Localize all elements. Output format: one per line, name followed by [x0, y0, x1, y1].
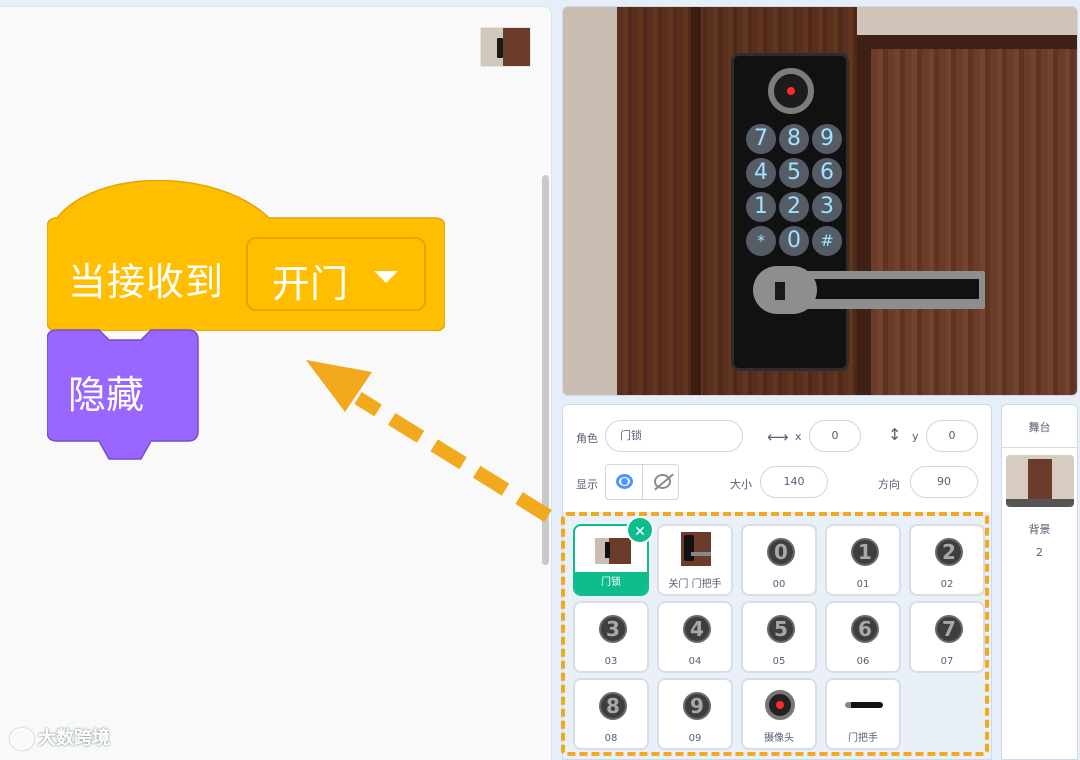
sprite-list: 门锁 关门 门把手 0 00 1 01 2 02 3 03 4 04 5 05 6 06 7 07 8 08 9 09 摄像… [562, 512, 992, 760]
hat-block-label: 当接收到 [68, 260, 225, 304]
keypad-key: 4 [746, 158, 776, 188]
digit-icon: 2 [935, 538, 963, 566]
camera-icon [768, 68, 814, 114]
sprite-tile[interactable]: 关门 门把手 [657, 524, 733, 596]
digit-icon: 0 [767, 538, 795, 566]
door-handle-icon [845, 702, 883, 708]
sprite-tile[interactable]: 7 07 [909, 601, 985, 673]
smart-lock-sprite[interactable]: 7 8 9 4 5 6 1 2 3 * 0 # [731, 53, 849, 371]
show-label: 显示 [576, 478, 598, 491]
sprite-tile[interactable]: 9 09 [657, 678, 733, 750]
sprite-tile-label: 09 [688, 733, 702, 744]
sprite-tile-label: 01 [856, 579, 870, 590]
code-area-scrollbar[interactable] [542, 175, 549, 565]
door-lock-icon [595, 538, 631, 564]
sprite-tile[interactable]: 2 02 [909, 524, 985, 596]
digit-icon: 3 [599, 615, 627, 643]
digit-icon: 6 [851, 615, 879, 643]
sprite-tile-label: 06 [856, 656, 870, 667]
stage-selector[interactable]: 舞台 背景 2 [1001, 404, 1078, 760]
digit-icon: 7 [935, 615, 963, 643]
eye-icon [616, 474, 633, 489]
sprite-tile-label: 摄像头 [764, 733, 794, 744]
sprite-tile[interactable]: 3 03 [573, 601, 649, 673]
sprite-tile-label: 关门 门把手 [668, 579, 722, 590]
x-label: x [795, 430, 802, 443]
sprite-tile-label: 02 [940, 579, 954, 590]
watermark-text: 大数跨境 [38, 728, 110, 749]
trash-icon[interactable]: ✕ [626, 516, 654, 544]
sprite-tile-label: 08 [604, 733, 618, 744]
keypad-key: 0 [779, 226, 809, 256]
digit-icon: 4 [683, 615, 711, 643]
sprite-tile-label: 04 [688, 656, 702, 667]
watermark-logo-icon [10, 728, 34, 750]
visibility-toggle [605, 464, 679, 500]
backdrop-label: 背景 [1028, 523, 1051, 536]
size-label: 大小 [730, 478, 752, 491]
keypad-key: 5 [779, 158, 809, 188]
eye-off-icon[interactable] [654, 474, 671, 489]
sprite-preview-thumbnail [480, 27, 531, 67]
sprite-tile[interactable]: 4 04 [657, 601, 733, 673]
direction-label: 方向 [878, 478, 900, 491]
sprite-tile[interactable]: 门把手 [825, 678, 901, 750]
stage-title: 舞台 [1028, 421, 1051, 434]
chevron-down-icon [374, 271, 398, 283]
stage-canvas[interactable]: 7 8 9 4 5 6 1 2 3 * 0 # [562, 6, 1078, 396]
sprite-tile-label: 门锁 [575, 572, 647, 594]
keypad-key: 8 [779, 124, 809, 154]
message-dropdown[interactable]: 开门 [246, 237, 426, 311]
keypad-key: 2 [779, 192, 809, 222]
digit-icon: 1 [851, 538, 879, 566]
keypad-key: 3 [812, 192, 842, 222]
y-label: y [912, 430, 919, 443]
sprite-tile[interactable]: 0 00 [741, 524, 817, 596]
sprite-tile-label: 门把手 [848, 733, 878, 744]
door-handle-base [753, 266, 817, 314]
camera-icon [765, 690, 795, 720]
arrows-vertical-icon: ↕ [888, 425, 902, 444]
backdrop-count: 2 [1036, 546, 1043, 559]
direction-input[interactable]: 90 [910, 466, 978, 498]
sprite-tile[interactable]: 1 01 [825, 524, 901, 596]
keypad-key: 1 [746, 192, 776, 222]
size-input[interactable]: 140 [760, 466, 828, 498]
digit-icon: 9 [683, 692, 711, 720]
sprite-tile-label: 03 [604, 656, 618, 667]
door-handle [805, 271, 985, 309]
sprite-tile[interactable]: 5 05 [741, 601, 817, 673]
sprite-name-input[interactable]: 门锁 [605, 420, 743, 452]
sprite-label: 角色 [576, 432, 598, 445]
keypad-key: 7 [746, 124, 776, 154]
message-dropdown-value: 开门 [272, 262, 349, 306]
sprite-tile-label: 05 [772, 656, 786, 667]
keypad-key: * [746, 226, 776, 256]
hide-block-label: 隐藏 [68, 373, 145, 417]
closed-door-icon [681, 532, 711, 566]
keypad-key: 9 [812, 124, 842, 154]
sprite-tile[interactable]: 8 08 [573, 678, 649, 750]
arrows-horizontal-icon: ⟷ [767, 428, 789, 446]
y-input[interactable]: 0 [926, 420, 978, 452]
sprite-tile[interactable]: 6 06 [825, 601, 901, 673]
x-input[interactable]: 0 [809, 420, 861, 452]
keypad-key: 6 [812, 158, 842, 188]
sprite-tile-label: 07 [940, 656, 954, 667]
digit-icon: 5 [767, 615, 795, 643]
digit-icon: 8 [599, 692, 627, 720]
sprite-tile-label: 00 [772, 579, 786, 590]
keypad-key: # [812, 226, 842, 256]
backdrop-thumbnail[interactable] [1006, 455, 1074, 507]
sprite-tile[interactable]: 摄像头 [741, 678, 817, 750]
watermark: 大数跨境 [10, 724, 110, 750]
